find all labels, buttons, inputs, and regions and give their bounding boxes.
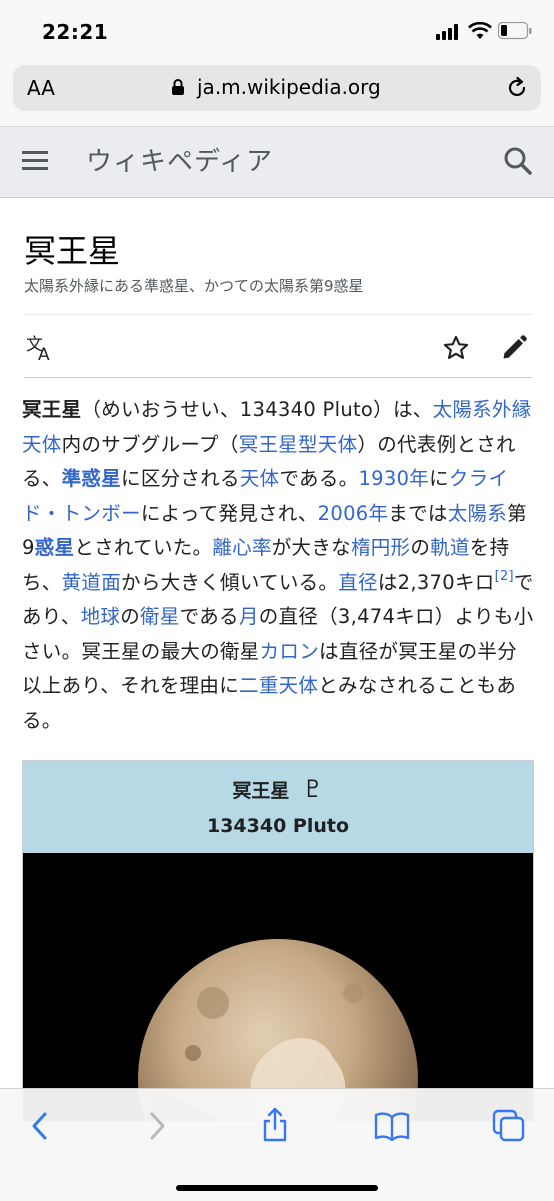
star-icon[interactable] — [442, 334, 470, 362]
article-link[interactable]: 1930年 — [358, 467, 429, 490]
article-text: は2,370キロ — [377, 570, 495, 594]
status-time: 22:21 — [42, 20, 109, 44]
article-text: とされていた。 — [74, 536, 213, 559]
search-icon[interactable] — [503, 146, 533, 176]
article-link[interactable]: カロン — [260, 640, 319, 663]
article-link[interactable]: 冥王星型天体 — [239, 433, 358, 456]
article-link[interactable]: 黄道面 — [62, 571, 121, 594]
language-icon[interactable]: 文 A — [26, 334, 56, 362]
article-text: （めいおうせい、134340 Pluto）は、 — [81, 398, 433, 421]
article-link[interactable]: 惑星 — [35, 536, 75, 559]
browser-address-area: AA ja.m.wikipedia.org — [0, 56, 554, 127]
address-bar[interactable]: AA ja.m.wikipedia.org — [13, 65, 541, 111]
infobox-subtitle: 134340 Pluto — [206, 815, 350, 837]
reload-icon[interactable] — [505, 76, 529, 100]
divider — [24, 314, 532, 315]
wifi-icon — [468, 22, 492, 39]
infobox-header: 冥王星 ♇ 134340 Pluto — [23, 761, 533, 853]
article-text: に区分される — [121, 467, 240, 490]
article-text: である — [179, 605, 239, 628]
pluto-symbol: ♇ — [302, 775, 324, 803]
article-link[interactable]: 太陽系 — [448, 502, 507, 525]
article-text: の — [120, 605, 141, 628]
article-link[interactable]: 軌道 — [430, 536, 470, 559]
article-text: が大きな — [271, 536, 351, 559]
divider — [24, 377, 532, 378]
home-indicator — [176, 1185, 378, 1191]
article-text: によって発見され、 — [140, 501, 318, 525]
page-subtitle: 太陽系外縁にある準惑星、かつての太陽系第9惑星 — [24, 277, 364, 295]
article-link[interactable]: 二重天体 — [239, 674, 318, 697]
page-title: 冥王星 — [24, 232, 121, 270]
text-size-button[interactable]: AA — [27, 76, 55, 100]
article-link[interactable]: 離心率 — [212, 536, 271, 559]
infobox: 冥王星 ♇ 134340 Pluto — [22, 760, 534, 1122]
article-text: までは — [388, 501, 448, 525]
article-link[interactable]: 楕円形 — [351, 536, 410, 559]
infobox-title: 冥王星 ♇ — [23, 775, 533, 803]
article-link[interactable]: 月 — [239, 605, 259, 628]
pencil-icon[interactable] — [500, 334, 528, 362]
share-icon[interactable] — [260, 1107, 290, 1143]
article-text: 内のサブグループ（ — [61, 432, 239, 456]
article-text: から大きく傾いている。 — [121, 570, 339, 594]
wiki-site-name[interactable]: ウィキペディア — [86, 141, 273, 178]
infobox-title-text: 冥王星 — [232, 780, 290, 802]
article-text: の — [410, 536, 431, 559]
article-link[interactable]: 地球 — [81, 605, 121, 628]
text-size-label: AA — [27, 76, 55, 100]
article-link[interactable]: [2] — [495, 569, 514, 584]
article-text: である。 — [279, 467, 359, 490]
chevron-right-icon[interactable] — [145, 1111, 169, 1141]
book-icon[interactable] — [374, 1111, 410, 1141]
article-text: に — [429, 467, 449, 490]
chevron-left-icon[interactable] — [28, 1111, 52, 1141]
menu-icon[interactable] — [22, 150, 48, 172]
article-text: 冥王星 — [22, 398, 82, 421]
svg-text:A: A — [38, 345, 50, 362]
battery-icon — [498, 22, 532, 40]
url-text[interactable]: ja.m.wikipedia.org — [197, 75, 381, 99]
article-link[interactable]: 準惑星 — [62, 467, 121, 490]
lock-icon — [172, 79, 184, 95]
article-intro: 冥王星（めいおうせい、134340 Pluto）は、太陽系外縁天体内のサブグルー… — [22, 393, 534, 738]
article-link[interactable]: 衛星 — [140, 605, 180, 628]
article-link[interactable]: 直径 — [338, 571, 378, 594]
browser-toolbar — [0, 1088, 554, 1201]
article-link[interactable]: 天体 — [240, 467, 280, 490]
article-link[interactable]: 2006年 — [318, 502, 389, 525]
wiki-header: ウィキペディア — [0, 127, 554, 198]
cellular-signal-icon — [436, 24, 458, 40]
pluto-image[interactable] — [23, 853, 533, 1122]
tabs-icon[interactable] — [492, 1109, 526, 1143]
